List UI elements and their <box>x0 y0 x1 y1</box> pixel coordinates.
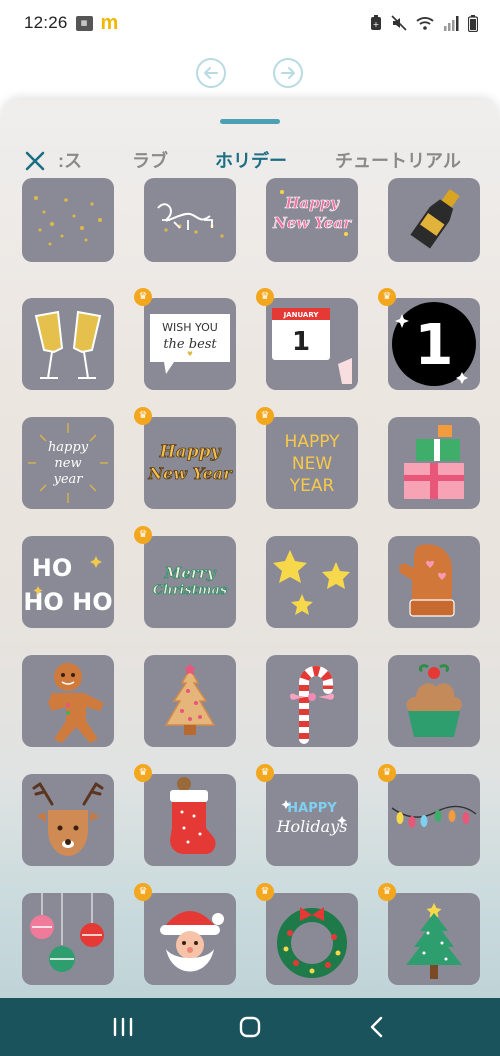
recents-button[interactable] <box>103 1007 143 1047</box>
sticker-text: Christmas <box>153 583 228 598</box>
history-bar <box>0 58 500 90</box>
sticker-text: HAPPY <box>287 801 337 816</box>
mcdonalds-icon: m <box>100 12 119 34</box>
system-nav-bar <box>0 998 500 1056</box>
sticker-happy-new-year-block[interactable]: ♛ HAPPY NEW YEAR <box>256 407 358 509</box>
sticker-happy-holidays[interactable]: ♛ HAPPY Holidays <box>256 764 358 866</box>
sticker-number-one-circle[interactable]: ♛ 1 <box>378 288 480 390</box>
sticker-calendar-january-1[interactable]: ♛ JANUARY 1 <box>256 288 358 390</box>
sticker-happy-new-year-script[interactable]: ♛ Happy New Year <box>134 407 236 509</box>
sticker-santa-face[interactable]: ♛ <box>134 883 236 985</box>
sticker-champagne-glasses[interactable] <box>22 298 114 390</box>
sticker-text: Happy <box>284 194 340 212</box>
back-button[interactable] <box>357 1007 397 1047</box>
sticker-text: Merry <box>164 564 217 582</box>
sheet-drag-handle[interactable] <box>220 119 280 124</box>
sticker-gift-boxes[interactable] <box>388 417 480 509</box>
sticker-christmas-cupcake[interactable] <box>388 655 480 747</box>
tab-love[interactable]: ラブ <box>132 148 168 174</box>
home-button[interactable] <box>230 1007 270 1047</box>
sticker-text: JANUARY <box>283 311 320 319</box>
home-icon <box>239 1016 261 1038</box>
sticker-champagne-bottle[interactable] <box>388 178 480 262</box>
sticker-text: 1 <box>415 313 454 378</box>
sticker-text: year <box>52 472 83 487</box>
sticker-text: HAPPY <box>285 432 341 452</box>
sticker-candy-cane[interactable] <box>266 655 358 747</box>
sticker-ho-ho-ho[interactable]: HO HO HO <box>22 536 114 628</box>
sticker-hello-2024-script[interactable] <box>144 178 236 262</box>
sticker-text: NEW <box>292 454 332 474</box>
sticker-sheet: :ス ラブ ホリデー チュートリアル Happy New Year ♛ WISH… <box>0 100 500 1000</box>
tab-holiday[interactable]: ホリデー <box>215 148 287 174</box>
sticker-christmas-stocking[interactable]: ♛ <box>134 764 236 866</box>
sticker-ornaments[interactable] <box>22 893 114 985</box>
undo-button[interactable] <box>196 58 226 88</box>
svg-text:+: + <box>373 20 380 29</box>
sticker-reindeer[interactable] <box>22 774 114 866</box>
sticker-text: WISH YOU <box>162 321 218 334</box>
tab-tutorial[interactable]: チュートリアル <box>335 148 461 174</box>
close-button[interactable] <box>22 148 48 174</box>
sticker-text: Holidays <box>276 817 348 836</box>
category-tabs: :ス ラブ ホリデー チュートリアル <box>0 148 500 178</box>
sticker-text: YEAR <box>289 476 335 496</box>
redo-arrow-icon <box>281 67 295 79</box>
sticker-text: 1 <box>292 327 310 357</box>
sticker-text: new <box>54 456 81 471</box>
close-icon <box>25 151 45 171</box>
calendar-badge-icon: ▦ <box>75 15 93 31</box>
sticker-text: Happy <box>159 442 222 462</box>
sticker-string-lights[interactable]: ♛ <box>378 764 480 866</box>
status-bar: 12:26 ▦ m + <box>0 0 500 46</box>
sticker-wish-you-the-best[interactable]: ♛ WISH YOU the best <box>134 288 236 390</box>
sticker-text: New Year <box>272 214 352 232</box>
sticker-sparkle-numbers[interactable] <box>22 178 114 262</box>
sticker-happy-new-year-gold-burst[interactable]: happy new year <box>22 417 114 509</box>
battery-saver-icon: + <box>371 15 381 30</box>
wifi-icon <box>416 17 434 30</box>
recents-icon <box>114 1017 133 1037</box>
sticker-text: the best <box>163 337 217 352</box>
redo-button[interactable] <box>273 58 303 88</box>
sticker-text: New Year <box>147 464 233 483</box>
sticker-happy-new-year-pink[interactable]: Happy New Year <box>266 178 358 262</box>
status-time: 12:26 <box>24 13 68 32</box>
sticker-tree-cookie[interactable] <box>144 655 236 747</box>
signal-icon <box>444 15 459 31</box>
sticker-merry-christmas[interactable]: ♛ Merry Christmas <box>134 526 236 628</box>
sticker-text: HO <box>32 554 73 582</box>
sticker-christmas-wreath[interactable]: ♛ <box>256 883 358 985</box>
sticker-gingerbread-mitten[interactable] <box>388 536 480 628</box>
sticker-christmas-tree[interactable]: ♛ <box>378 883 480 985</box>
sticker-yellow-stars[interactable] <box>266 536 358 628</box>
back-icon <box>370 1016 382 1038</box>
tab-previous[interactable]: :ス <box>58 148 82 174</box>
mute-icon <box>391 15 407 31</box>
battery-icon <box>468 14 478 32</box>
sticker-text: happy <box>48 440 89 455</box>
sticker-gingerbread-man[interactable] <box>22 655 114 747</box>
undo-arrow-icon <box>204 67 218 79</box>
